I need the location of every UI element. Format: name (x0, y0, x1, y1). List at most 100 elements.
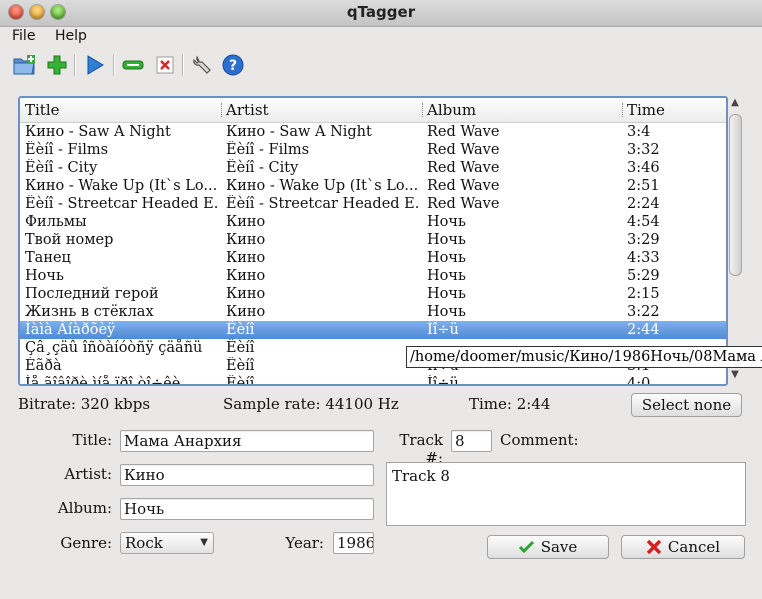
scroll-up-arrow[interactable]: ▲ (728, 96, 742, 110)
cell-album: Ночь (427, 250, 466, 266)
open-folder-button[interactable] (12, 52, 38, 78)
cell-time: 3:4 (627, 124, 651, 140)
cell-time: 2:51 (627, 178, 660, 194)
cancel-button[interactable]: Cancel (621, 535, 745, 559)
cell-artist: Кино (226, 304, 266, 320)
table-row[interactable]: Ìàìà Àíàðõèÿ Êèíî Íî÷ü 2:44 (20, 321, 726, 339)
table-row[interactable]: Кино - Wake Up (It`s Lo... Кино - Wake Up… (20, 177, 726, 195)
table-row[interactable]: Твой номер Кино Ночь 3:29 (20, 231, 726, 249)
table-row[interactable]: Êèíî - Films Êèíî - Films Red Wave 3:32 (20, 141, 726, 159)
cell-time: 4:54 (627, 214, 660, 230)
column-divider (221, 103, 222, 117)
cell-title: Çâ¸çäû îñòàíóòñÿ çäåñü (25, 340, 203, 356)
title-field[interactable]: Мама Анархия (120, 430, 374, 452)
table-scrollbar[interactable]: ▲ ▼ (726, 96, 744, 384)
cell-title: Танец (25, 250, 71, 266)
cell-artist: Кино (226, 268, 266, 284)
cell-title: Кино - Saw A Night (25, 124, 171, 140)
cell-artist: Êèíî (226, 322, 255, 338)
cell-title: Твой номер (25, 232, 114, 248)
cell-title: Íå ãîâîðè ìíå ïðî òî÷êè (25, 376, 181, 386)
cell-title: Êèíî - City (25, 160, 98, 176)
help-button[interactable]: ? (220, 52, 246, 78)
chevron-down-icon: ▼ (200, 537, 208, 548)
remove-button[interactable] (120, 52, 146, 78)
cell-artist: Кино - Wake Up (It`s Lo... (226, 178, 419, 194)
cell-artist: Êèíî (226, 376, 255, 386)
toolbar-separator (182, 54, 184, 76)
table-row[interactable]: Ночь Кино Ночь 5:29 (20, 267, 726, 285)
cell-artist: Кино (226, 250, 266, 266)
cell-artist: Кино - Saw A Night (226, 124, 372, 140)
column-header-artist[interactable]: Artist (226, 101, 269, 119)
cell-title: Êèíî - Streetcar Headed E... (25, 196, 219, 212)
cell-time: 2:44 (627, 322, 660, 338)
settings-button[interactable] (189, 52, 215, 78)
comment-label: Comment: (500, 431, 579, 449)
cell-title: Последний герой (25, 286, 159, 302)
column-header-time[interactable]: Time (627, 101, 665, 119)
track-number-field[interactable]: 8 (451, 430, 492, 452)
table-header: Title Artist Album Time (20, 98, 726, 123)
table-row[interactable]: Танец Кино Ночь 4:33 (20, 249, 726, 267)
artist-field[interactable]: Кино (120, 464, 374, 486)
sample-rate-label: Sample rate: 44100 Hz (223, 395, 399, 413)
checkmark-icon (518, 540, 534, 554)
column-divider (622, 103, 623, 117)
open-folder-icon (13, 55, 35, 75)
table-row[interactable]: Фильмы Кино Ночь 4:54 (20, 213, 726, 231)
cell-title: Кино - Wake Up (It`s Lo... (25, 178, 218, 194)
cell-title: Жизнь в стёклах (25, 304, 154, 320)
cell-album: Íî÷ü (427, 322, 459, 338)
cell-album: Red Wave (427, 142, 500, 158)
scrollbar-thumb[interactable] (729, 114, 742, 276)
cell-time: 3:22 (627, 304, 660, 320)
cell-time: 2:24 (627, 196, 660, 212)
column-header-title[interactable]: Title (25, 101, 60, 119)
genre-selected-value: Rock (125, 534, 163, 552)
genre-label: Genre: (60, 534, 112, 552)
cell-time: 5:29 (627, 268, 660, 284)
cell-album: Ночь (427, 232, 466, 248)
delete-button[interactable] (152, 52, 178, 78)
save-button[interactable]: Save (487, 535, 609, 559)
cell-artist: Êèíî (226, 340, 255, 356)
cell-time: 4:33 (627, 250, 660, 266)
bitrate-label: Bitrate: 320 kbps (18, 395, 151, 413)
table-row[interactable]: Íå ãîâîðè ìíå ïðî òî÷êè Êèíî Íî÷ü 4:0 (20, 375, 726, 386)
cell-time: 4:0 (627, 376, 651, 386)
settings-wrench-icon (193, 55, 211, 74)
title-bar: qTagger (0, 0, 762, 27)
year-field[interactable]: 1986 (333, 532, 374, 554)
play-button[interactable] (82, 52, 108, 78)
toolbar: ? (0, 48, 762, 82)
cancel-button-label: Cancel (667, 538, 721, 556)
window-title: qTagger (346, 3, 416, 21)
cell-album: Red Wave (427, 196, 500, 212)
menu-file[interactable]: File (12, 28, 35, 44)
menu-help[interactable]: Help (55, 28, 87, 44)
column-header-album[interactable]: Album (427, 101, 476, 119)
album-label: Album: (57, 499, 112, 517)
cell-title: Фильмы (25, 214, 87, 230)
add-file-button[interactable] (44, 52, 70, 78)
select-none-button[interactable]: Select none (631, 393, 742, 417)
table-row[interactable]: Êèíî - Streetcar Headed E... Êèíî - Stree… (20, 195, 726, 213)
album-field[interactable]: Ночь (120, 498, 374, 520)
table-row[interactable]: Кино - Saw A Night Кино - Saw A Night Red … (20, 123, 726, 141)
delete-icon (156, 56, 174, 74)
scroll-down-arrow[interactable]: ▼ (728, 368, 742, 382)
genre-select[interactable]: Rock ▼ (120, 532, 214, 554)
cell-album: Íî÷ü (427, 376, 459, 386)
table-row[interactable]: Жизнь в стёклах Кино Ночь 3:22 (20, 303, 726, 321)
table-row[interactable]: Êèíî - City Êèíî - City Red Wave 3:46 (20, 159, 726, 177)
comment-textarea[interactable]: Track 8 (386, 462, 746, 526)
cell-artist: Êèíî - Films (226, 142, 310, 158)
svg-text:?: ? (229, 58, 237, 74)
cell-album: Red Wave (427, 160, 500, 176)
track-table[interactable]: Title Artist Album Time Кино - Saw A Nig… (18, 96, 728, 386)
table-row[interactable]: Последний герой Кино Ночь 2:15 (20, 285, 726, 303)
cell-artist: Êèíî - City (226, 160, 299, 176)
cell-title: Ночь (25, 268, 64, 284)
toolbar-separator (113, 54, 115, 76)
